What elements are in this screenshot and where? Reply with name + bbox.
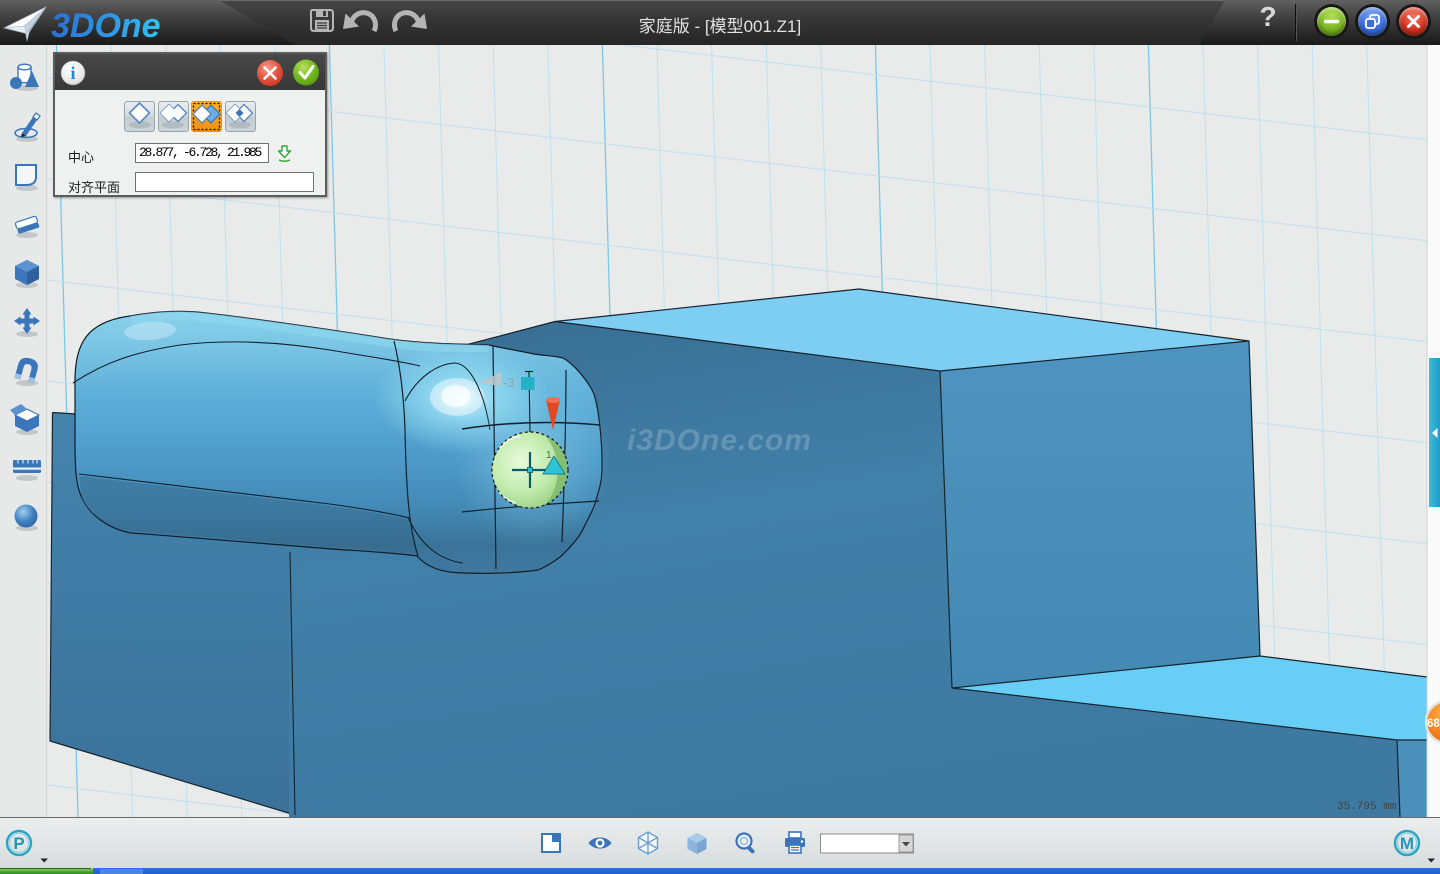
svg-text:68: 68 xyxy=(1427,718,1440,730)
svg-text:P: P xyxy=(13,834,24,853)
svg-text:M: M xyxy=(1400,834,1414,853)
svg-text:1.: 1. xyxy=(546,450,554,461)
svg-text:i: i xyxy=(70,63,75,83)
svg-text:i3DOne.com: i3DOne.com xyxy=(627,424,812,457)
svg-text:-3: -3 xyxy=(503,375,515,390)
svg-text:35.795 mm: 35.795 mm xyxy=(1337,801,1397,813)
